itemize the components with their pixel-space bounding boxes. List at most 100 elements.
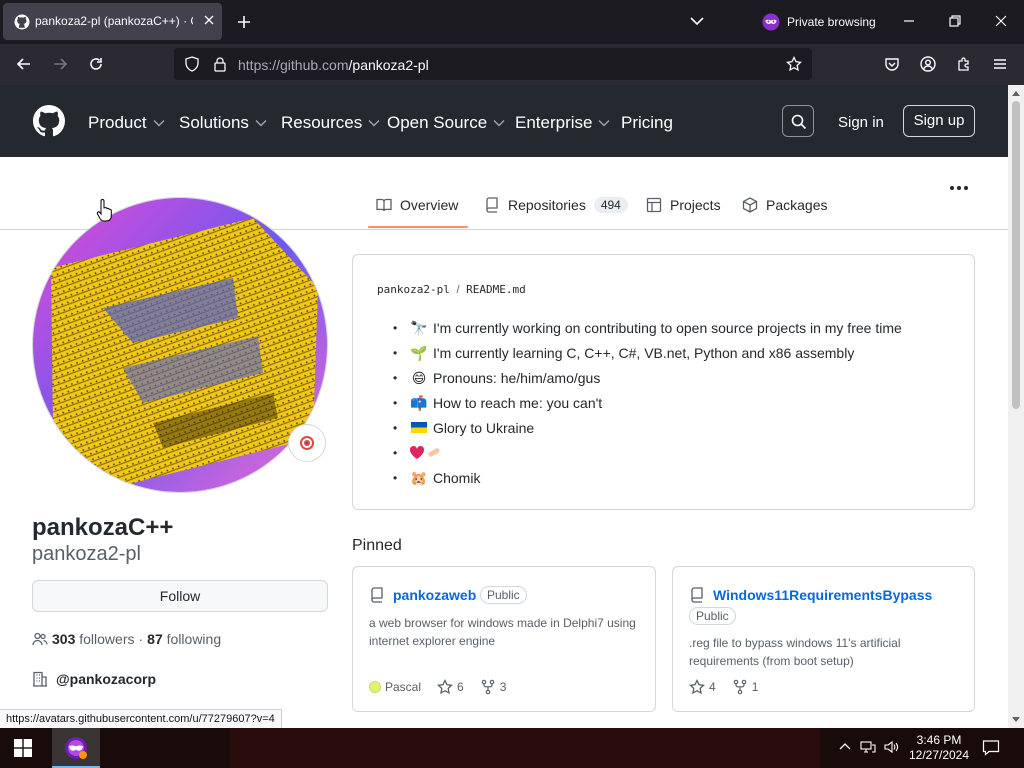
nav-product[interactable]: Product	[88, 113, 165, 133]
organization[interactable]: @pankozacorp	[32, 671, 156, 687]
mending-heart-icon	[409, 445, 441, 461]
github-logo-icon[interactable]	[33, 105, 65, 137]
people-icon	[32, 631, 48, 647]
followers-line: 303 followers · 87 following	[32, 631, 221, 647]
avatar[interactable]	[32, 197, 328, 493]
nav-enterprise[interactable]: Enterprise	[515, 113, 611, 133]
account-icon[interactable]	[920, 56, 936, 72]
notification-icon[interactable]	[982, 739, 1000, 757]
visibility-badge: Public	[689, 607, 736, 625]
scroll-up-arrow-icon[interactable]	[1012, 90, 1020, 96]
windows-start-icon[interactable]	[14, 739, 32, 757]
list-item: • 📫 How to reach me: you can't	[393, 394, 603, 411]
link-status-url: https://avatars.githubusercontent.com/u/…	[0, 709, 282, 729]
star-icon[interactable]	[437, 679, 453, 695]
chevron-down-icon	[153, 119, 165, 127]
organization-name: @pankozacorp	[56, 671, 157, 687]
repo-name-link[interactable]: pankozaweb	[393, 587, 476, 603]
repo-description: .reg file to bypass windows 11's artific…	[689, 636, 901, 668]
profile-full-name: pankozaC++	[32, 514, 174, 541]
telescope-icon: 🔭	[410, 319, 428, 336]
star-icon[interactable]	[689, 679, 705, 695]
tab-overview[interactable]: Overview	[376, 197, 458, 213]
taskbar-firefox-private-button[interactable]	[52, 728, 100, 768]
search-button[interactable]	[782, 105, 814, 137]
github-header: Product Solutions Resources Open Source …	[0, 85, 1008, 157]
stars-count[interactable]: 6	[457, 680, 464, 694]
repo-icon	[484, 197, 500, 213]
repo-meta: 4 1	[689, 679, 758, 695]
pocket-icon[interactable]	[884, 56, 900, 72]
chevron-down-icon	[368, 119, 380, 127]
language-color-dot	[369, 681, 381, 693]
lock-icon[interactable]	[212, 56, 228, 72]
nav-pricing-label: Pricing	[621, 113, 673, 132]
scroll-down-arrow-icon[interactable]	[1012, 717, 1020, 723]
nav-open-source[interactable]: Open Source	[387, 113, 505, 133]
tracking-shield-icon[interactable]	[184, 56, 200, 72]
tab-repositories[interactable]: Repositories 494	[484, 197, 628, 213]
bookmark-star-icon[interactable]	[786, 56, 802, 72]
minimize-icon[interactable]	[902, 14, 916, 28]
scrollbar-thumb[interactable]	[1012, 101, 1020, 409]
list-item: • 🐹 Chomik	[393, 469, 481, 486]
window-close-icon[interactable]	[994, 14, 1008, 28]
hand-cursor-icon	[96, 199, 114, 223]
nav-enterprise-label: Enterprise	[515, 113, 593, 132]
kebab-menu-icon[interactable]	[948, 182, 970, 194]
repo-meta: Pascal 6 3	[369, 679, 506, 695]
forward-arrow-icon[interactable]	[52, 56, 68, 72]
tab-packages-label: Packages	[766, 197, 828, 213]
book-icon	[376, 197, 392, 213]
readme-card: pankoza2-pl / README.md • 🔭 I'm currently …	[352, 254, 975, 510]
system-tray	[838, 740, 900, 754]
profile-username: pankoza2-pl	[32, 543, 141, 565]
network-icon[interactable]	[860, 740, 876, 754]
pinned-heading: Pinned	[352, 537, 402, 554]
tab-close-icon[interactable]	[202, 13, 216, 27]
following-link[interactable]: 87 following	[147, 631, 221, 647]
repo-name-link[interactable]: Windows11RequirementsBypass	[713, 587, 932, 603]
readme-file: README.md	[466, 283, 526, 296]
back-arrow-icon[interactable]	[16, 56, 32, 72]
page-scrollbar[interactable]	[1008, 85, 1024, 728]
chevron-up-icon[interactable]	[838, 740, 852, 754]
list-tabs-chevron-icon[interactable]	[690, 16, 704, 26]
forks-count[interactable]: 3	[500, 680, 507, 694]
pinned-repo-card: pankozaweb Public a web browser for wind…	[352, 566, 656, 712]
forks-count[interactable]: 1	[752, 680, 759, 694]
stars-count[interactable]: 4	[709, 680, 716, 694]
browser-nav-bar: https://github.com/pankoza2-pl	[0, 44, 1024, 85]
url-bar[interactable]: https://github.com/pankoza2-pl	[174, 48, 812, 80]
list-item: • Glory to Ukraine	[393, 419, 535, 436]
followers-link[interactable]: 303 followers	[52, 631, 135, 647]
nav-pricing[interactable]: Pricing	[621, 113, 673, 133]
volume-icon[interactable]	[884, 740, 900, 754]
tab-projects-label: Projects	[670, 197, 721, 213]
sign-up-button[interactable]: Sign up	[903, 105, 975, 137]
taskbar-clock[interactable]: 3:46 PM 12/27/2024	[906, 733, 972, 763]
fork-icon[interactable]	[480, 679, 496, 695]
nav-solutions[interactable]: Solutions	[179, 113, 267, 133]
repo-icon	[689, 587, 705, 603]
app-menu-icon[interactable]	[992, 56, 1008, 72]
pinned-repo-card: Windows11RequirementsBypass Public .reg …	[672, 566, 975, 712]
repo-language: Pascal	[385, 680, 422, 694]
readme-list: • 🔭 I'm currently working on contributing …	[393, 315, 902, 490]
extensions-puzzle-icon[interactable]	[956, 56, 972, 72]
table-icon	[646, 197, 662, 213]
tab-projects[interactable]: Projects	[646, 197, 721, 213]
active-tab-underline	[368, 226, 468, 228]
new-tab-plus-icon[interactable]	[236, 14, 252, 30]
status-emoji-button[interactable]	[288, 424, 326, 462]
browser-tab[interactable]: pankoza2-pl (pankozaC++) · GitHub	[3, 3, 222, 40]
nav-resources[interactable]: Resources	[281, 113, 380, 133]
fork-icon[interactable]	[732, 679, 748, 695]
reload-icon[interactable]	[88, 56, 104, 72]
sign-in-link[interactable]: Sign in	[838, 114, 884, 131]
restore-icon[interactable]	[948, 14, 962, 28]
nav-solutions-label: Solutions	[179, 113, 249, 132]
tab-packages[interactable]: Packages	[742, 197, 827, 213]
url-text[interactable]: https://github.com/pankoza2-pl	[238, 57, 429, 73]
follow-button[interactable]: Follow	[32, 580, 328, 612]
